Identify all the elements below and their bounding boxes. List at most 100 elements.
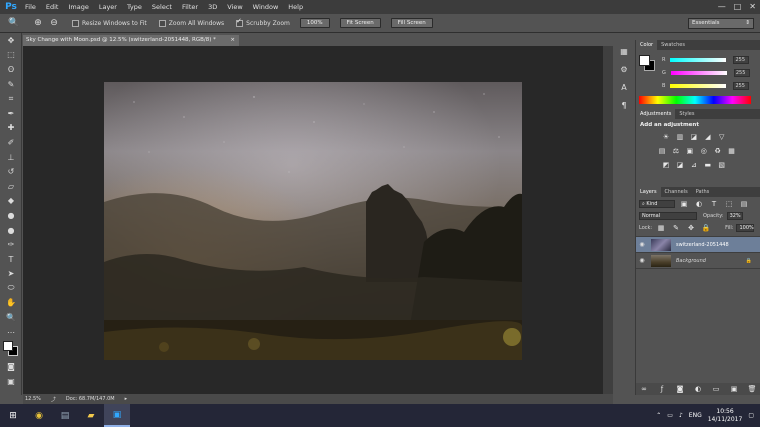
quick-mask-icon[interactable]: ◙ — [0, 359, 22, 374]
close-icon[interactable]: × — [230, 35, 235, 46]
tab-color[interactable]: Color — [636, 40, 658, 50]
resize-windows-checkbox[interactable]: Resize Windows to Fit — [72, 19, 147, 27]
vertical-scrollbar[interactable] — [603, 46, 613, 394]
zoom-tool-icon[interactable]: 🔍 — [8, 17, 20, 29]
layer-kind-filter[interactable]: ⌕ Kind — [639, 200, 675, 208]
volume-icon[interactable]: ♪ — [679, 412, 683, 419]
lock-transparent-icon[interactable]: ▦ — [657, 224, 665, 232]
filter-smart-icon[interactable]: ▤ — [740, 200, 748, 208]
vibrance-icon[interactable]: ▽ — [718, 133, 726, 141]
zoom-tool-icon[interactable]: 🔍 — [0, 310, 22, 325]
screen-mode-icon[interactable]: ▣ — [0, 374, 22, 389]
clock[interactable]: 10:56 14/11/2017 — [708, 408, 743, 424]
filter-type-icon[interactable]: T — [710, 200, 718, 208]
levels-icon[interactable]: ▥ — [676, 133, 684, 141]
more-tools-icon[interactable]: ⋯ — [0, 325, 22, 340]
color-lookup-icon[interactable]: ▦ — [728, 147, 736, 155]
ellipse-tool-icon[interactable]: ⬭ — [0, 281, 22, 296]
foreground-color-swatch[interactable] — [3, 341, 13, 352]
quick-select-tool-icon[interactable]: ✎ — [0, 77, 22, 92]
red-slider[interactable] — [670, 57, 727, 62]
tab-channels[interactable]: Channels — [661, 187, 692, 197]
tab-paths[interactable]: Paths — [692, 187, 714, 197]
close-button[interactable]: ✕ — [749, 0, 756, 14]
export-icon[interactable]: ⤴ — [51, 396, 56, 403]
start-button[interactable]: ⊞ — [0, 404, 26, 427]
zoom-100-button[interactable]: 100% — [299, 18, 330, 28]
hand-tool-icon[interactable]: ✋ — [0, 296, 22, 311]
crop-tool-icon[interactable]: ⌗ — [0, 91, 22, 106]
lasso-tool-icon[interactable]: ʘ — [0, 62, 22, 77]
menu-file[interactable]: File — [20, 0, 41, 14]
brush-tool-icon[interactable]: ✐ — [0, 135, 22, 150]
layer-name[interactable]: switzerland-2051448 — [676, 242, 729, 248]
zoom-level[interactable]: 12.5% — [25, 396, 41, 402]
pen-tool-icon[interactable]: ✑ — [0, 237, 22, 252]
dodge-tool-icon[interactable]: ● — [0, 223, 22, 238]
color-balance-icon[interactable]: ⚖ — [672, 147, 680, 155]
selective-color-icon[interactable]: ▧ — [718, 161, 726, 169]
character-icon[interactable]: A — [617, 80, 631, 94]
threshold-icon[interactable]: ⊿ — [690, 161, 698, 169]
properties-icon[interactable]: ⚙ — [617, 62, 631, 76]
lock-position-icon[interactable]: ✥ — [687, 224, 695, 232]
zoom-out-icon[interactable]: ⊖ — [48, 17, 60, 29]
zoom-in-icon[interactable]: ⊕ — [32, 17, 44, 29]
network-icon[interactable]: ▭ — [667, 412, 673, 419]
notifications-icon[interactable]: ▢ — [748, 412, 754, 419]
invert-icon[interactable]: ◩ — [662, 161, 670, 169]
language-indicator[interactable]: ENG — [689, 412, 702, 419]
visibility-eye-icon[interactable]: ◉ — [636, 257, 648, 264]
maximize-button[interactable]: □ — [734, 0, 742, 14]
curves-icon[interactable]: ◪ — [690, 133, 698, 141]
history-brush-tool-icon[interactable]: ↺ — [0, 164, 22, 179]
menu-filter[interactable]: Filter — [177, 0, 203, 14]
red-value[interactable]: 255 — [733, 55, 750, 64]
eraser-tool-icon[interactable]: ▱ — [0, 179, 22, 194]
history-icon[interactable]: ▦ — [617, 44, 631, 58]
eyedropper-tool-icon[interactable]: ✒ — [0, 106, 22, 121]
menu-3d[interactable]: 3D — [203, 0, 222, 14]
type-tool-icon[interactable]: T — [0, 252, 22, 267]
healing-brush-tool-icon[interactable]: ✚ — [0, 121, 22, 136]
chevron-up-icon[interactable]: ⌃ — [656, 412, 661, 419]
menu-edit[interactable]: Edit — [41, 0, 64, 14]
workspace-select[interactable]: Essentials ⇕ — [688, 18, 754, 29]
brightness-contrast-icon[interactable]: ☀ — [662, 133, 670, 141]
status-menu-icon[interactable]: ▸ — [125, 396, 128, 402]
new-adjustment-icon[interactable]: ◐ — [694, 385, 702, 393]
menu-select[interactable]: Select — [147, 0, 177, 14]
photoshop-taskbar-icon[interactable]: ▣ — [104, 404, 130, 427]
delete-layer-icon[interactable]: 🗑 — [748, 385, 757, 393]
move-tool-icon[interactable]: ✥ — [0, 33, 22, 48]
exposure-icon[interactable]: ◢ — [704, 133, 712, 141]
menu-view[interactable]: View — [222, 0, 247, 14]
tab-swatches[interactable]: Swatches — [657, 40, 689, 50]
document-size[interactable]: Doc: 68.7M/147.0M — [66, 396, 115, 402]
green-value[interactable]: 255 — [733, 68, 750, 77]
paragraph-icon[interactable]: ¶ — [617, 98, 631, 112]
blue-slider[interactable] — [670, 83, 727, 88]
clone-stamp-tool-icon[interactable]: ⊥ — [0, 150, 22, 165]
file-explorer-icon[interactable]: ▰ — [78, 404, 104, 427]
minimize-button[interactable]: — — [718, 0, 726, 14]
document-image[interactable] — [104, 82, 522, 360]
filter-shape-icon[interactable]: ⬚ — [725, 200, 733, 208]
tab-styles[interactable]: Styles — [675, 109, 698, 119]
add-mask-icon[interactable]: ◙ — [676, 385, 684, 393]
tab-adjustments[interactable]: Adjustments — [636, 109, 676, 119]
visibility-eye-icon[interactable]: ◉ — [636, 241, 648, 248]
gradient-map-icon[interactable]: ▬ — [704, 161, 712, 169]
lock-image-icon[interactable]: ✎ — [672, 224, 680, 232]
tab-layers[interactable]: Layers — [636, 187, 661, 197]
blur-tool-icon[interactable]: ● — [0, 208, 22, 223]
link-layers-icon[interactable]: ∞ — [640, 385, 648, 393]
photo-filter-icon[interactable]: ◎ — [700, 147, 708, 155]
hue-saturation-icon[interactable]: ▤ — [658, 147, 666, 155]
calculator-icon[interactable]: ▤ — [52, 404, 78, 427]
fill-screen-button[interactable]: Fill Screen — [390, 18, 433, 28]
fit-screen-button[interactable]: Fit Screen — [339, 18, 381, 28]
gradient-tool-icon[interactable]: ◆ — [0, 194, 22, 209]
layer-row-switzerland[interactable]: ◉ switzerland-2051448 — [636, 237, 760, 253]
scrubby-zoom-checkbox[interactable]: Scrubby Zoom — [236, 17, 290, 27]
